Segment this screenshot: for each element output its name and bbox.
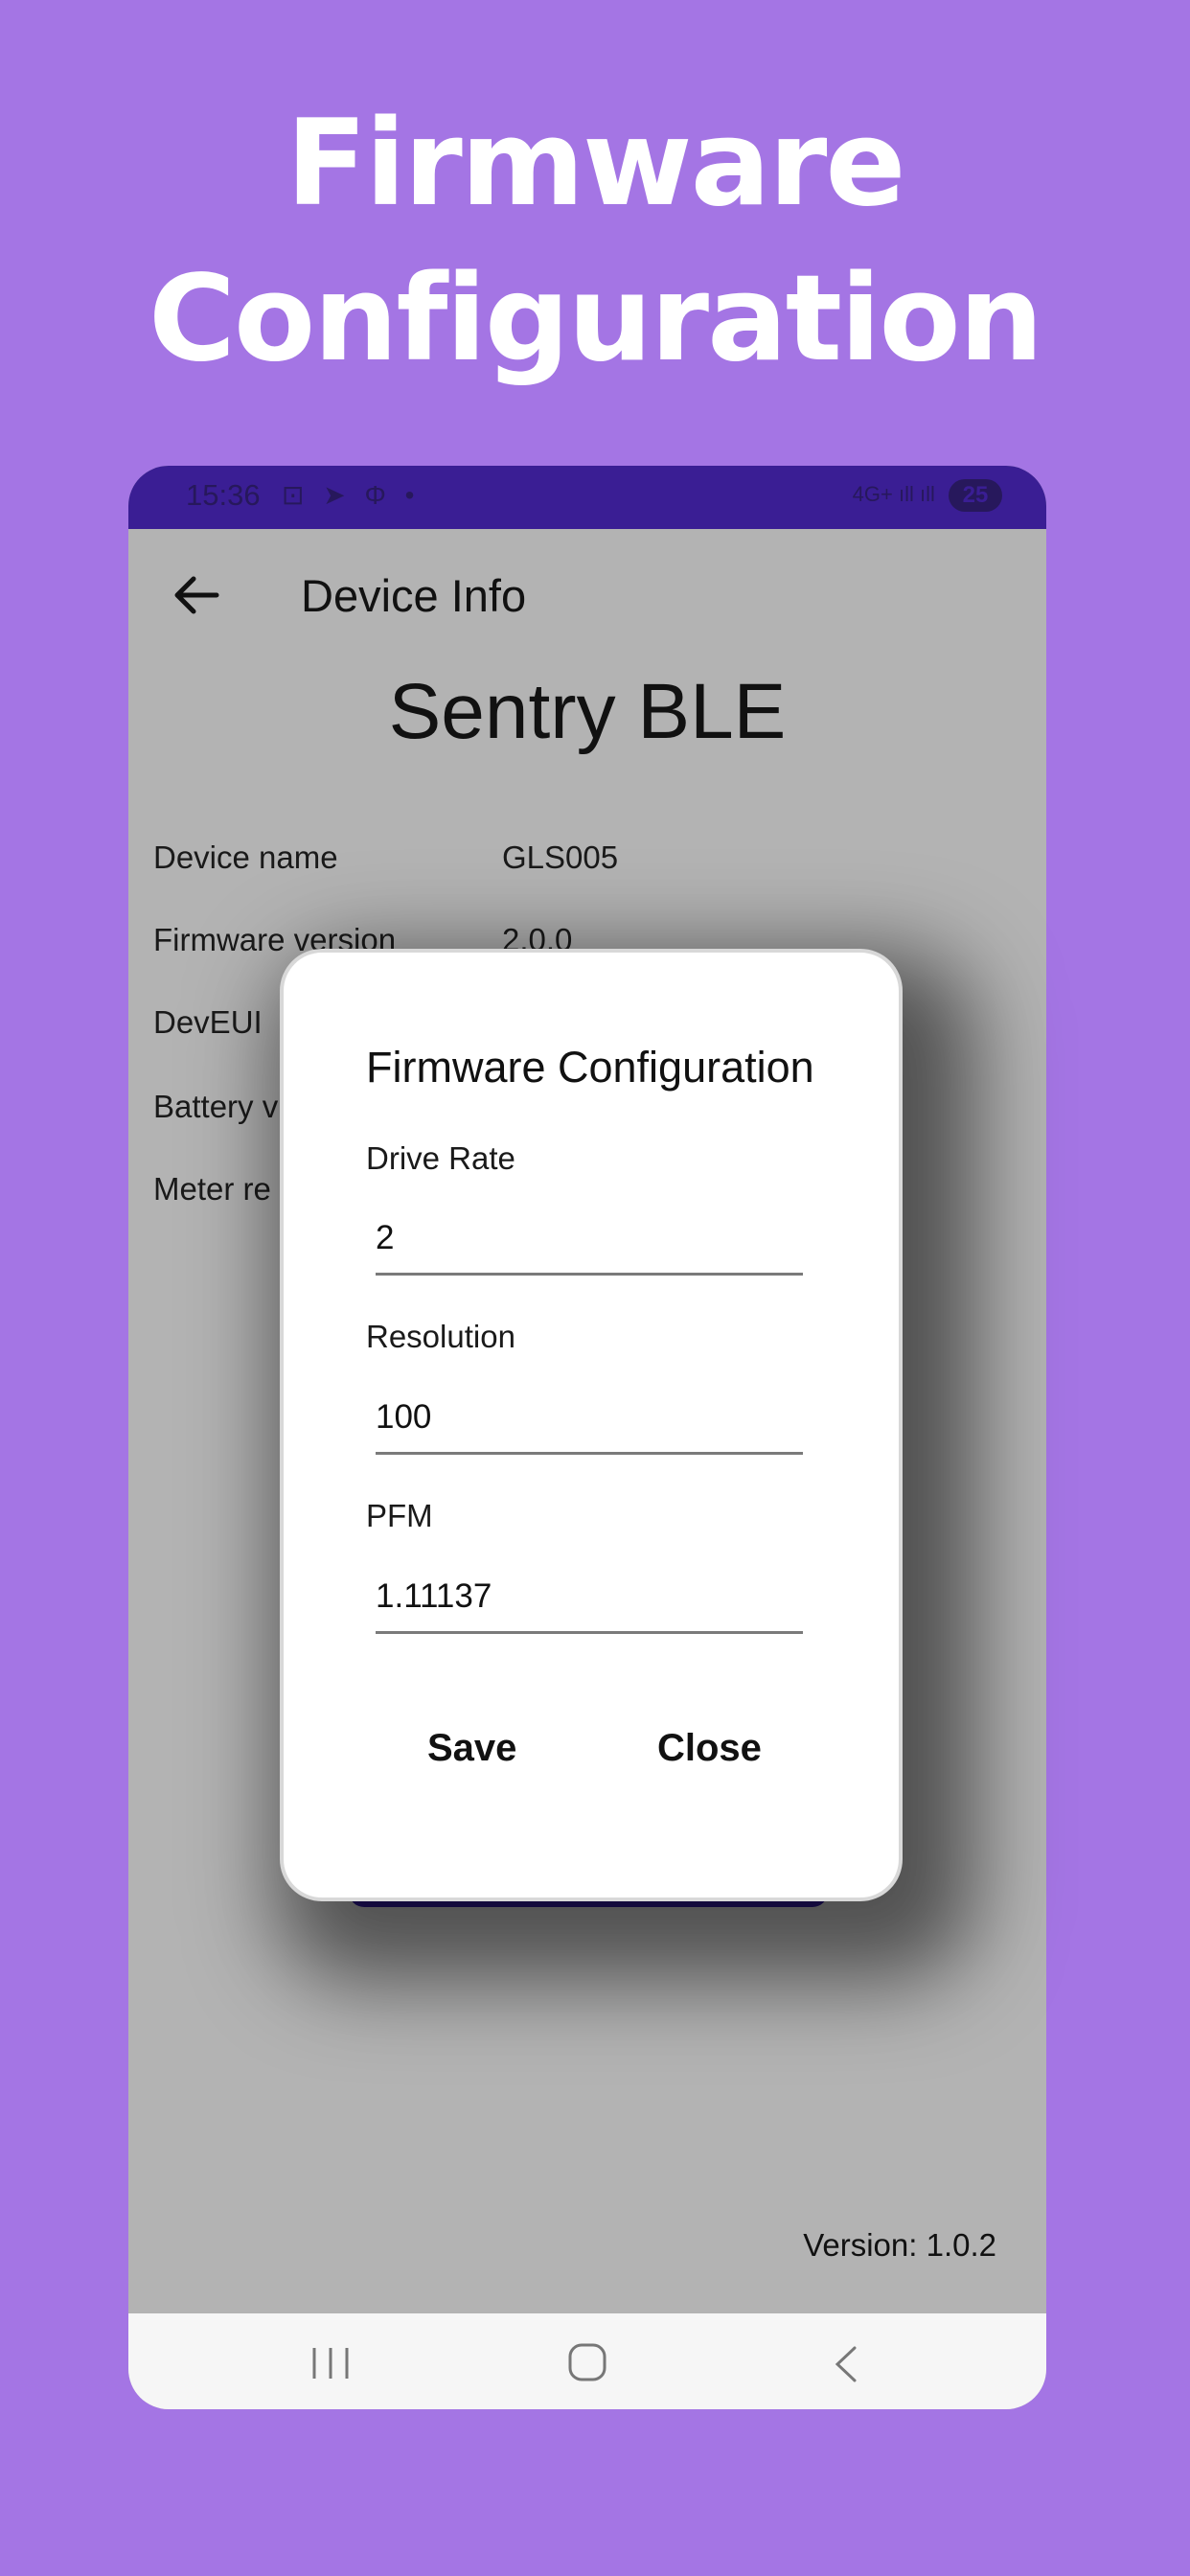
app-bar: Device Info: [128, 529, 1046, 663]
info-label-meter: Meter re: [153, 1171, 271, 1207]
home-icon[interactable]: [567, 2342, 607, 2382]
page-title: Device Info: [301, 570, 527, 621]
promo-title: Firmware Configuration: [0, 86, 1190, 397]
firmware-config-dialog: Firmware Configuration Drive Rate Resolu…: [280, 949, 903, 1901]
save-button[interactable]: Save: [427, 1727, 516, 1770]
info-label-battery: Battery v: [153, 1089, 279, 1124]
info-label-deveui: DevEUI: [153, 1004, 263, 1040]
promo-title-line1: Firmware: [286, 95, 905, 233]
app-version: Version: 1.0.2: [803, 2227, 996, 2263]
promo-title-line2: Configuration: [148, 250, 1043, 388]
info-label-device-name: Device name: [153, 840, 338, 875]
drive-rate-label: Drive Rate: [366, 1140, 515, 1176]
battery-icon: 25: [949, 479, 1002, 512]
device-title: Sentry BLE: [388, 668, 787, 755]
signal-icon: 4G+ ıll ıll: [852, 481, 935, 506]
back-arrow-icon[interactable]: [169, 567, 224, 623]
recent-apps-icon[interactable]: [307, 2344, 355, 2382]
drive-rate-input[interactable]: [376, 1209, 803, 1276]
navigation-bar: [128, 2313, 1046, 2409]
notification-icons: ⊡ ➤ Φ •: [282, 480, 421, 510]
status-time: 15:36: [186, 478, 261, 512]
resolution-input[interactable]: [376, 1389, 803, 1455]
dialog-title: Firmware Configuration: [366, 1043, 814, 1092]
pfm-label: PFM: [366, 1498, 433, 1533]
nav-back-icon[interactable]: [832, 2344, 860, 2384]
pfm-input[interactable]: [376, 1568, 803, 1634]
info-value-device-name: GLS005: [502, 840, 619, 875]
status-right: 4G+ ıll ıll 25: [853, 479, 1002, 512]
close-button[interactable]: Close: [657, 1727, 762, 1770]
status-bar: 15:36 ⊡ ➤ Φ • 4G+ ıll ıll 25: [128, 466, 1046, 529]
resolution-label: Resolution: [366, 1319, 515, 1354]
